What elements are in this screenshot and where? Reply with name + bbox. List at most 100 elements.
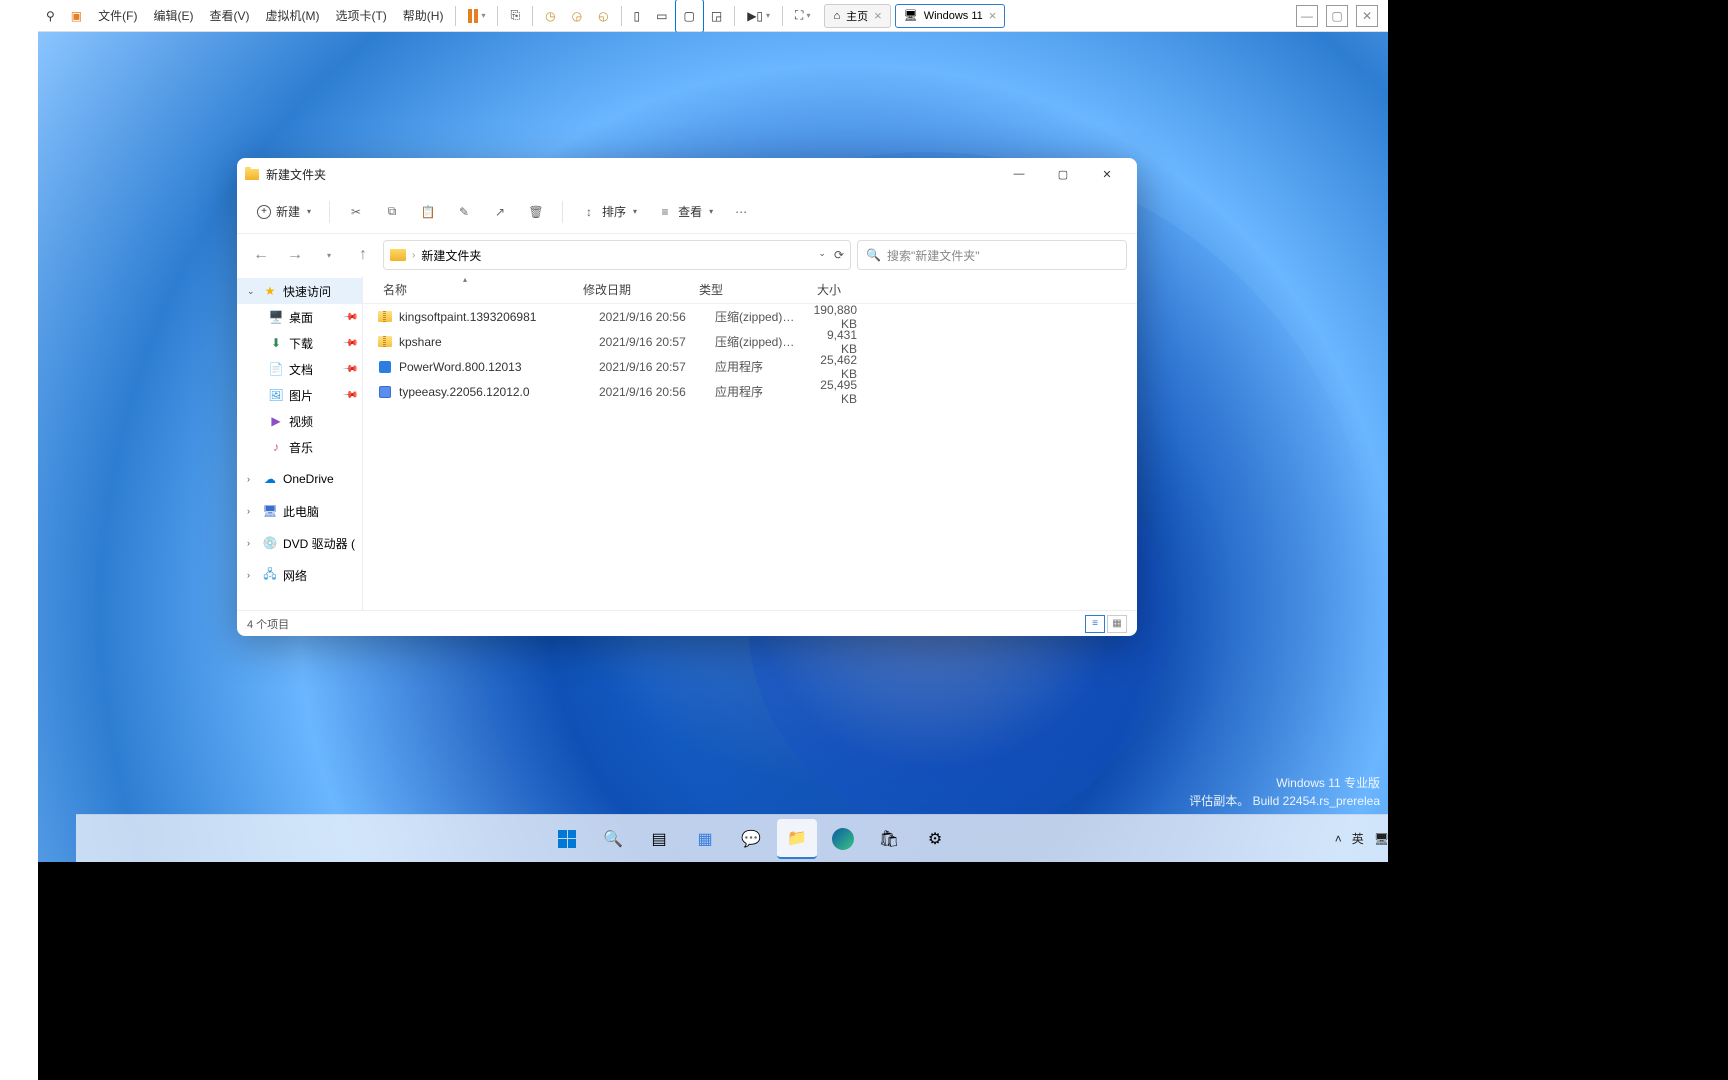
close-button[interactable]: ✕ [1085, 158, 1129, 190]
column-name[interactable]: 名称▴ [377, 281, 577, 298]
forward-button[interactable]: → [281, 241, 309, 269]
chat-button[interactable]: 💬 [731, 819, 771, 859]
pin-icon: 📌 [341, 387, 358, 404]
sidebar-item-音乐[interactable]: ♪ 音乐 [237, 434, 362, 460]
share-button[interactable]: ↗ [484, 198, 516, 226]
desktop[interactable]: 新建文件夹 — ▢ ✕ +新建 ✂ ⧉ 📋 ✎ ↗ 🗑 ↕排序 ≡查看 ⋯ ← … [38, 32, 1388, 862]
column-type[interactable]: 类型 [693, 281, 787, 298]
file-icon [377, 384, 393, 400]
chevron-down-icon[interactable]: ⌄ [247, 286, 257, 297]
view-button[interactable]: ≡查看 [649, 197, 721, 226]
minimize-icon[interactable]: — [1296, 5, 1318, 27]
sidebar-this-pc[interactable]: › 🖥 此电脑 [237, 498, 362, 524]
chevron-down-icon[interactable]: ⌄ [818, 248, 826, 262]
file-type: 应用程序 [709, 358, 803, 375]
close-icon[interactable]: × [989, 8, 997, 23]
menu-file[interactable]: 文件(F) [90, 0, 145, 32]
start-button[interactable] [547, 819, 587, 859]
ime-indicator[interactable]: 英 [1352, 830, 1364, 847]
system-tray[interactable]: ˄ 英 🖥 🔊 [1335, 830, 1388, 847]
sidebar-item-下载[interactable]: ⬇ 下载 📌 [237, 330, 362, 356]
store-button[interactable]: 🛍 [869, 819, 909, 859]
file-explorer-button[interactable]: 📁 [777, 819, 817, 859]
maximize-icon[interactable]: ▢ [1326, 5, 1348, 27]
file-row[interactable]: typeeasy.22056.12012.0 2021/9/16 20:56 应… [363, 379, 1137, 404]
menu-view[interactable]: 查看(V) [201, 0, 257, 32]
view-full-icon[interactable]: ▢ [676, 0, 703, 32]
window-title: 新建文件夹 [266, 166, 326, 183]
recent-dropdown[interactable]: ▾ [315, 241, 343, 269]
back-button[interactable]: ← [247, 241, 275, 269]
column-date[interactable]: 修改日期 [577, 281, 693, 298]
fullscreen-icon[interactable]: ⛶ [787, 0, 818, 32]
pin-icon[interactable]: ⚲ [38, 0, 63, 32]
copy-button[interactable]: ⧉ [376, 198, 408, 226]
maximize-button[interactable]: ▢ [1041, 158, 1085, 190]
sidebar-network[interactable]: › 🖧 网络 [237, 562, 362, 588]
snapshot-revert-icon[interactable]: ◶ [564, 0, 590, 32]
up-button[interactable]: ↑ [349, 241, 377, 269]
more-button[interactable]: ⋯ [725, 198, 757, 226]
menu-edit[interactable]: 编辑(E) [145, 0, 201, 32]
tab-home[interactable]: ⌂ 主页 × [824, 4, 890, 28]
network-icon[interactable]: 🖥 [1374, 832, 1388, 846]
console-view-icon[interactable]: ▶▯ [739, 0, 778, 32]
menu-vm[interactable]: 虚拟机(M) [257, 0, 327, 32]
sidebar-item-桌面[interactable]: 🖥️ 桌面 📌 [237, 304, 362, 330]
sidebar-item-视频[interactable]: ▶ 视频 [237, 408, 362, 434]
view-split-icon[interactable]: ▭ [648, 0, 675, 32]
tray-expand-icon[interactable]: ˄ [1335, 832, 1342, 846]
tab-windows11[interactable]: 🖥 Windows 11 × [895, 4, 1006, 28]
sidebar-item-图片[interactable]: 🖼 图片 📌 [237, 382, 362, 408]
titlebar[interactable]: 新建文件夹 — ▢ ✕ [237, 158, 1137, 190]
folder-type-icon: ▶ [268, 413, 284, 429]
chevron-right-icon[interactable]: › [247, 506, 257, 516]
workstation-icon[interactable]: ▣ [63, 0, 90, 32]
sidebar-quick-access[interactable]: ⌄ ★ 快速访问 [237, 278, 362, 304]
search-button[interactable]: 🔍 [593, 819, 633, 859]
refresh-icon[interactable]: ⟳ [834, 248, 844, 262]
details-view-button[interactable]: ≡ [1085, 615, 1105, 633]
disc-icon: 💿 [262, 535, 278, 551]
new-button[interactable]: +新建 [249, 197, 319, 226]
search-input[interactable]: 🔍 搜索"新建文件夹" [857, 240, 1127, 270]
sidebar-onedrive[interactable]: › ☁ OneDrive [237, 466, 362, 492]
pause-button[interactable] [460, 0, 493, 32]
file-row[interactable]: kpshare 2021/9/16 20:57 压缩(zipped)文件... … [363, 329, 1137, 354]
snapshot-icon[interactable]: ◷ [537, 0, 563, 32]
thumbnails-view-button[interactable]: ▦ [1107, 615, 1127, 633]
taskview-button[interactable]: ▤ [639, 819, 679, 859]
paste-button[interactable]: 📋 [412, 198, 444, 226]
send-ctrl-alt-del-icon[interactable]: ⎘ [502, 0, 528, 32]
snapshot-manager-icon[interactable]: ◵ [590, 0, 616, 32]
file-row[interactable]: PowerWord.800.12013 2021/9/16 20:57 应用程序… [363, 354, 1137, 379]
delete-button[interactable]: 🗑 [520, 198, 552, 226]
menu-tabs[interactable]: 选项卡(T) [327, 0, 394, 32]
close-icon[interactable]: ✕ [1356, 5, 1378, 27]
file-row[interactable]: kingsoftpaint.1393206981 2021/9/16 20:56… [363, 304, 1137, 329]
settings-button[interactable]: ⚙ [915, 819, 955, 859]
folder-icon [245, 169, 259, 180]
widgets-button[interactable]: ▦ [685, 819, 725, 859]
breadcrumb[interactable]: 新建文件夹 [421, 247, 481, 264]
taskbar: 🔍 ▤ ▦ 💬 📁 🛍 ⚙ ˄ 英 🖥 🔊 [76, 814, 1388, 862]
edge-button[interactable] [823, 819, 863, 859]
chevron-right-icon[interactable]: › [247, 474, 257, 484]
column-size[interactable]: 大小 [787, 281, 847, 298]
address-bar[interactable]: › 新建文件夹 ⌄ ⟳ [383, 240, 851, 270]
sidebar-dvd[interactable]: › 💿 DVD 驱动器 (D:) C( [237, 530, 362, 556]
chevron-right-icon[interactable]: › [247, 538, 257, 548]
chevron-right-icon[interactable]: › [247, 570, 257, 580]
pin-icon: 📌 [341, 309, 358, 326]
sort-button[interactable]: ↕排序 [573, 197, 645, 226]
close-icon[interactable]: × [874, 8, 882, 23]
sidebar-item-文档[interactable]: 📄 文档 📌 [237, 356, 362, 382]
file-size: 9,431 KB [803, 328, 863, 356]
rename-button[interactable]: ✎ [448, 198, 480, 226]
minimize-button[interactable]: — [997, 158, 1041, 190]
menu-help[interactable]: 帮助(H) [395, 0, 452, 32]
cut-button[interactable]: ✂ [340, 198, 372, 226]
file-type: 应用程序 [709, 383, 803, 400]
view-unity-icon[interactable]: ◲ [703, 0, 730, 32]
view-single-icon[interactable]: ▯ [626, 0, 649, 32]
